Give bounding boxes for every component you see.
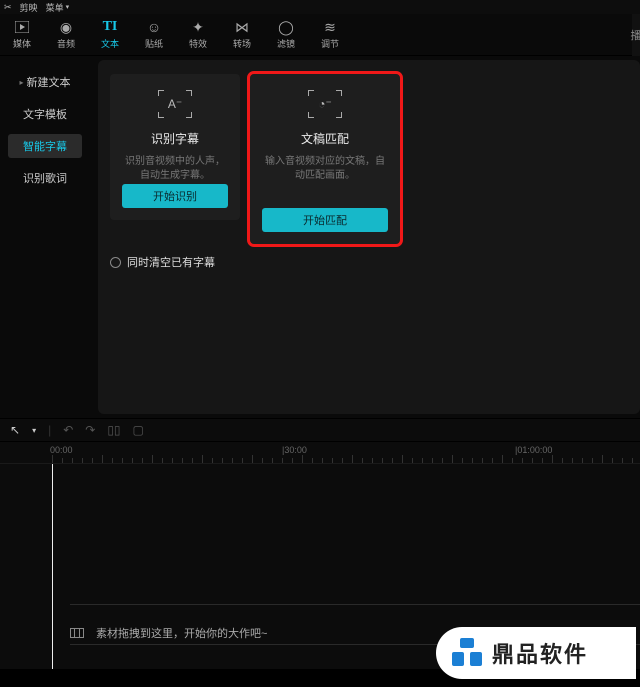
menu-dropdown[interactable]: 菜单 ▾	[46, 1, 70, 14]
text-sidebar: ▸ 新建文本 文字模板 智能字幕 识别歌词	[0, 60, 90, 414]
card-title: 文稿匹配	[301, 130, 349, 147]
radio-icon	[110, 257, 121, 268]
tool-label: 音频	[57, 37, 75, 50]
titlebar: ✂ 剪映 菜单 ▾	[0, 0, 640, 14]
sidebar-item-lyrics[interactable]: 识别歌词	[8, 166, 82, 190]
timeline-toolbar: ↖ ▾ | ↶ ↷ ▯▯ ▢	[0, 418, 640, 442]
audio-icon: ◉	[60, 19, 72, 35]
hint-text: 素材拖拽到这里，开始你的大作吧~	[96, 625, 267, 641]
watermark-text: 鼎品软件	[492, 637, 588, 669]
playhead[interactable]	[52, 464, 53, 669]
cards-row: A⁻ 识别字幕 识别音视频中的人声，自动生成字幕。 开始识别 ◔⁻ 文稿匹配 输…	[110, 74, 628, 244]
card-title: 识别字幕	[151, 130, 199, 147]
delete-button[interactable]: ▢	[133, 423, 144, 437]
clear-subtitles-option[interactable]: 同时清空已有字幕	[110, 254, 628, 270]
tool-media[interactable]: 媒体	[0, 14, 44, 56]
tool-label: 文本	[101, 37, 119, 50]
main-toolbar: 媒体 ◉ 音频 TI 文本 ☺ 贴纸 ✦ 特效 ⋈ 转场 ◯ 滤镜 ≋ 调节	[0, 14, 640, 56]
timeline-ruler[interactable]: 00:00 |30:00 |01:00:00	[0, 442, 640, 464]
filter-icon: ◯	[278, 19, 294, 35]
media-icon	[15, 19, 29, 35]
empty-timeline-hint: 素材拖拽到这里，开始你的大作吧~	[70, 625, 267, 641]
ruler-mark: |01:00:00	[515, 445, 552, 455]
sidebar-item-label: 新建文本	[27, 74, 71, 90]
tool-sticker[interactable]: ☺ 贴纸	[132, 14, 176, 56]
start-recognize-button[interactable]: 开始识别	[122, 184, 228, 208]
sidebar-item-label: 识别歌词	[23, 170, 67, 186]
subtitle-icon: A⁻	[158, 90, 192, 118]
ruler-mark: 00:00	[50, 445, 73, 455]
card-description: 识别音视频中的人声，自动生成字幕。	[122, 155, 228, 183]
menu-label: 菜单	[46, 1, 64, 14]
track-divider	[70, 604, 640, 605]
tool-adjust[interactable]: ≋ 调节	[308, 14, 352, 56]
pointer-tool[interactable]: ↖	[10, 423, 20, 437]
tool-label: 调节	[321, 37, 339, 50]
tool-label: 转场	[233, 37, 251, 50]
right-panel-tab[interactable]: 播	[632, 14, 640, 56]
tool-transition[interactable]: ⋈ 转场	[220, 14, 264, 56]
undo-button[interactable]: ↶	[63, 423, 73, 437]
tool-label: 贴纸	[145, 37, 163, 50]
start-match-button[interactable]: 开始匹配	[262, 208, 388, 232]
effects-icon: ✦	[192, 19, 204, 35]
watermark: 鼎品软件	[436, 627, 636, 679]
sidebar-item-label: 文字模板	[23, 106, 67, 122]
sticker-icon: ☺	[147, 19, 161, 35]
content-panel: A⁻ 识别字幕 识别音视频中的人声，自动生成字幕。 开始识别 ◔⁻ 文稿匹配 输…	[98, 60, 640, 414]
text-icon: TI	[103, 19, 118, 35]
caret-icon: ▸	[19, 78, 23, 87]
checkbox-label: 同时清空已有字幕	[127, 254, 215, 270]
tool-effects[interactable]: ✦ 特效	[176, 14, 220, 56]
tool-label: 特效	[189, 37, 207, 50]
sidebar-item-template[interactable]: 文字模板	[8, 102, 82, 126]
separator: |	[48, 423, 51, 437]
sidebar-item-new-text[interactable]: ▸ 新建文本	[8, 70, 82, 94]
tool-audio[interactable]: ◉ 音频	[44, 14, 88, 56]
redo-button[interactable]: ↷	[85, 423, 95, 437]
sidebar-item-smart-subtitle[interactable]: 智能字幕	[8, 134, 82, 158]
app-logo: ✂	[4, 2, 12, 13]
film-icon	[70, 628, 84, 638]
sidebar-item-label: 智能字幕	[23, 138, 67, 154]
card-description: 输入音视频对应的文稿，自动匹配画面。	[262, 155, 388, 183]
adjust-icon: ≋	[324, 19, 336, 35]
chevron-down-icon: ▾	[66, 3, 70, 11]
split-button[interactable]: ▯▯	[107, 423, 120, 437]
tool-text[interactable]: TI 文本	[88, 14, 132, 56]
pointer-dropdown[interactable]: ▾	[32, 426, 36, 435]
watermark-logo-icon	[450, 636, 484, 670]
card-recognize-subtitle: A⁻ 识别字幕 识别音视频中的人声，自动生成字幕。 开始识别	[110, 74, 240, 220]
workspace: ▸ 新建文本 文字模板 智能字幕 识别歌词 A⁻ 识别字幕 识别音视频中的人声，…	[0, 56, 640, 418]
ruler-mark: |30:00	[282, 445, 307, 455]
tool-filter[interactable]: ◯ 滤镜	[264, 14, 308, 56]
tool-label: 滤镜	[277, 37, 295, 50]
match-icon: ◔⁻	[308, 90, 342, 118]
tool-label: 媒体	[13, 37, 31, 50]
transition-icon: ⋈	[235, 19, 249, 35]
card-match-script: ◔⁻ 文稿匹配 输入音视频对应的文稿，自动匹配画面。 开始匹配	[250, 74, 400, 244]
app-name: 剪映	[20, 1, 38, 14]
